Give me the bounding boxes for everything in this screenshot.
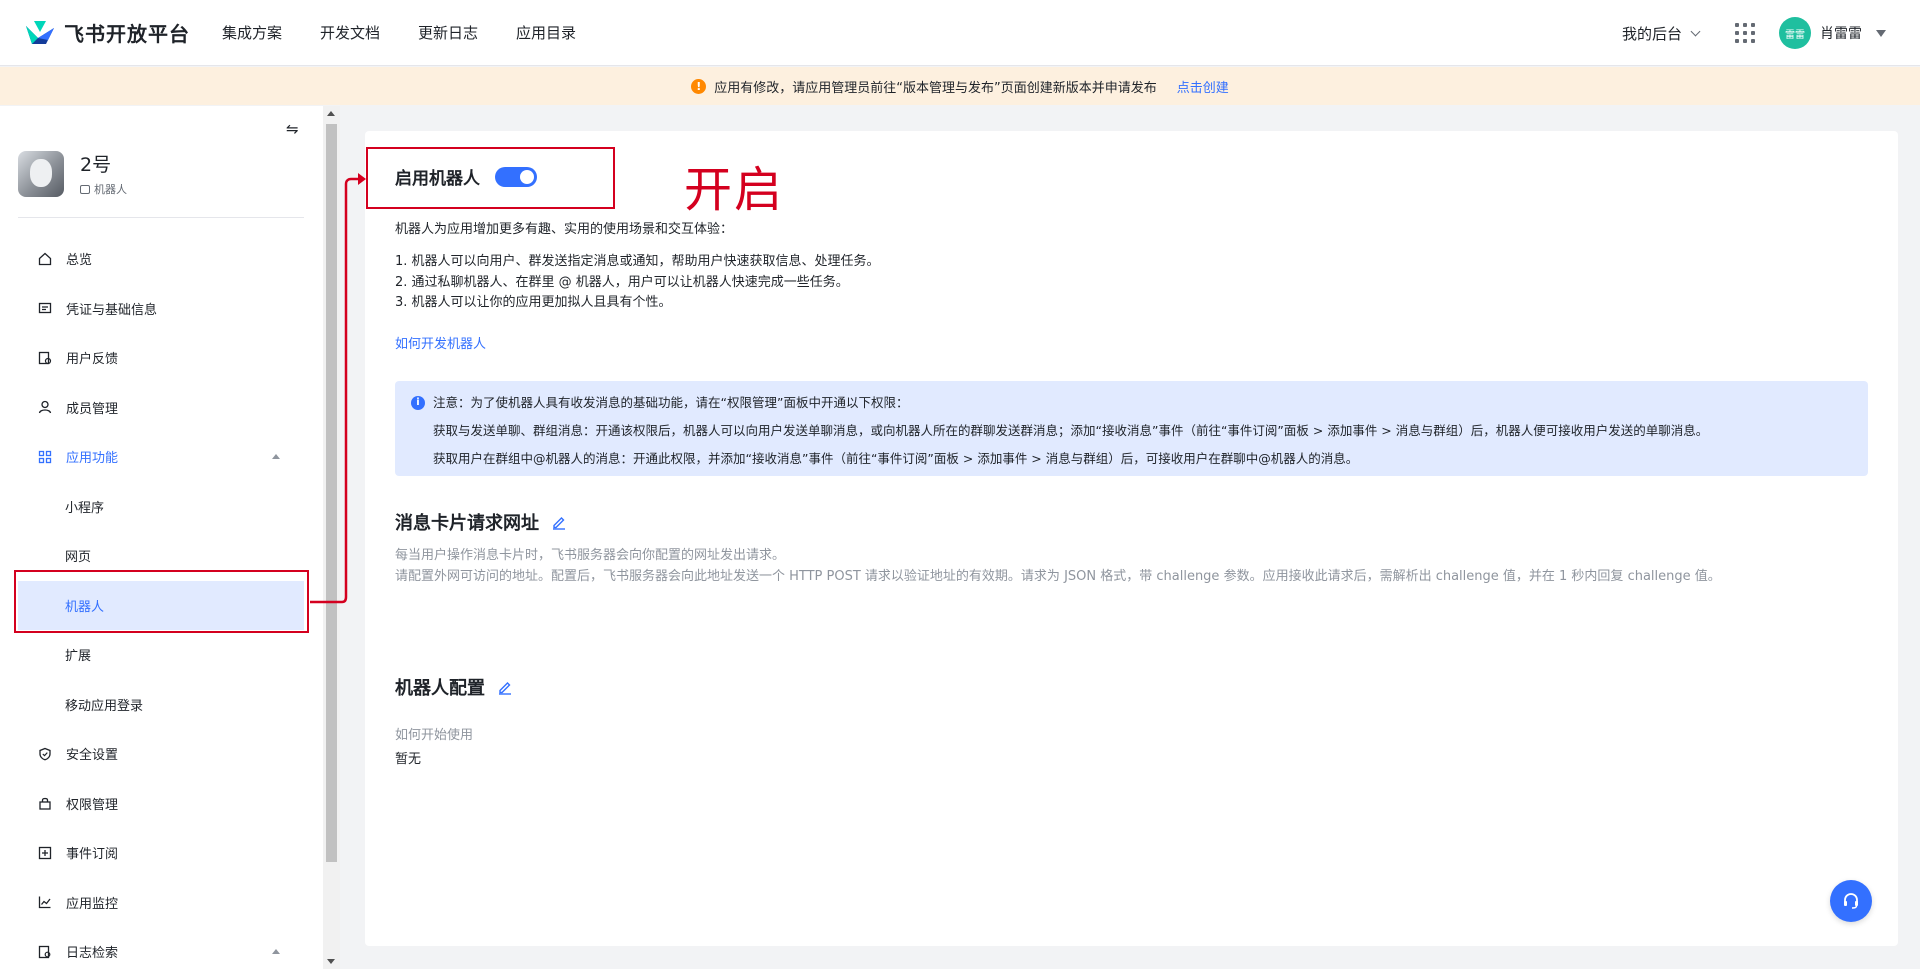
version-warning-banner: ! 应用有修改，请应用管理员前往“版本管理与发布”页面创建新版本并申请发布 点击… (0, 67, 1920, 105)
robot-intro-text: 机器人为应用增加更多有趣、实用的使用场景和交互体验： (395, 222, 734, 237)
collapse-sidebar-icon[interactable]: ⇋ (286, 120, 304, 138)
top-nav-links: 集成方案 开发文档 更新日志 应用目录 (222, 22, 614, 43)
notice-title: 注意：为了使机器人具有收发消息的基础功能，请在“权限管理”面板中开通以下权限： (433, 395, 909, 410)
scroll-down-arrow-icon[interactable] (327, 959, 335, 964)
app-tag: 机器人 (80, 181, 127, 197)
robot-config-label: 如何开始使用 (395, 728, 474, 743)
sidebar-item-label: 应用功能 (66, 451, 119, 467)
annotation-arrow (310, 173, 366, 604)
sidebar-item-monitoring[interactable]: 应用监控 (18, 878, 304, 928)
app-card: 2号 机器人 (18, 150, 127, 197)
sidebar-item-mobile-login[interactable]: 移动应用登录 (18, 680, 304, 730)
annotation-box-toggle (366, 147, 615, 209)
sidebar-item-security[interactable]: 安全设置 (18, 729, 304, 779)
chevron-down-icon (1690, 26, 1701, 36)
sidebar-item-label: 小程序 (65, 500, 105, 516)
app-grid-icon[interactable] (1735, 23, 1755, 43)
annotation-box-robot-menu (14, 570, 309, 633)
feedback-icon (38, 351, 52, 364)
sidebar-item-label: 成员管理 (66, 401, 119, 417)
home-icon (38, 252, 52, 265)
app-avatar (18, 150, 64, 197)
robot-config-value: 暂无 (395, 752, 422, 767)
sidebar-item-label: 网页 (65, 550, 92, 566)
card-url-description: 每当用户操作消息卡片时，飞书服务器会向你配置的网址发出请求。 请配置外网可访问的… (395, 545, 1721, 587)
sidebar-divider (18, 217, 304, 218)
shield-icon (39, 747, 51, 761)
permission-notice: i 注意：为了使机器人具有收发消息的基础功能，请在“权限管理”面板中开通以下权限… (395, 381, 1868, 476)
card-url-desc-line: 每当用户操作消息卡片时，飞书服务器会向你配置的网址发出请求。 (395, 548, 786, 563)
card-url-section-title: 消息卡片请求网址 (395, 509, 567, 535)
banner-text: 应用有修改，请应用管理员前往“版本管理与发布”页面创建新版本并申请发布 (714, 80, 1157, 96)
sidebar-item-mini-program[interactable]: 小程序 (18, 482, 304, 532)
sidebar-item-feedback[interactable]: 用户反馈 (18, 333, 304, 383)
brand-logo[interactable]: 飞书开放平台 (24, 18, 190, 48)
robot-config-section-title: 机器人配置 (395, 674, 513, 700)
my-backend-dropdown[interactable]: 我的后台 (1621, 23, 1701, 44)
card-url-title-text: 消息卡片请求网址 (395, 513, 539, 534)
robot-feature-list: 1. 机器人可以向用户、群发送指定消息或通知，帮助用户快速获取信息、处理任务。 … (395, 252, 880, 314)
edit-icon[interactable] (497, 679, 513, 695)
list-item: 2. 通过私聊机器人、在群里 @ 机器人，用户可以让机器人快速完成一些任务。 (395, 274, 849, 290)
sidebar-item-label: 事件订阅 (66, 847, 119, 863)
my-backend-label: 我的后台 (1621, 24, 1682, 43)
app-tag-label: 机器人 (94, 183, 127, 196)
sidebar-item-label: 权限管理 (66, 797, 119, 813)
card-url-desc-line: 请配置外网可访问的地址。配置后，飞书服务器会向此地址发送一个 HTTP POST… (395, 569, 1721, 584)
user-avatar[interactable]: 雷雷 (1779, 17, 1811, 49)
sidebar-item-log-search[interactable]: 日志检索 (18, 927, 304, 969)
nav-link-docs[interactable]: 开发文档 (320, 22, 380, 43)
brand-name: 飞书开放平台 (64, 22, 190, 46)
sidebar-item-label: 应用监控 (66, 896, 119, 912)
user-menu-caret-icon[interactable] (1876, 29, 1886, 37)
sidebar-item-label: 日志检索 (66, 946, 119, 962)
banner-create-link[interactable]: 点击创建 (1177, 77, 1229, 96)
log-search-icon (38, 945, 51, 958)
robot-config-title-text: 机器人配置 (395, 678, 485, 699)
nav-link-app-directory[interactable]: 应用目录 (516, 22, 576, 43)
list-item: 1. 机器人可以向用户、群发送指定消息或通知，帮助用户快速获取信息、处理任务。 (395, 254, 880, 269)
id-card-icon (38, 303, 52, 314)
sidebar-item-permissions[interactable]: 权限管理 (18, 779, 304, 829)
nav-link-solutions[interactable]: 集成方案 (222, 22, 282, 43)
sidebar-item-credentials[interactable]: 凭证与基础信息 (18, 284, 304, 334)
sidebar-item-extension[interactable]: 扩展 (18, 630, 304, 680)
sidebar-item-label: 用户反馈 (66, 352, 119, 368)
list-item: 3. 机器人可以让你的应用更加拟人且具有个性。 (395, 295, 672, 310)
line-chart-icon (38, 896, 51, 909)
info-icon: i (411, 396, 425, 410)
sidebar-item-overview[interactable]: 总览 (18, 234, 304, 284)
top-navigation-bar: 飞书开放平台 集成方案 开发文档 更新日志 应用目录 我的后台 雷雷 肖雷雷 (0, 0, 1920, 66)
nav-link-changelog[interactable]: 更新日志 (418, 22, 478, 43)
event-add-icon (38, 846, 52, 859)
help-support-button[interactable] (1830, 880, 1872, 922)
scroll-up-arrow-icon[interactable] (327, 111, 335, 116)
user-icon (38, 401, 52, 414)
collapse-up-icon (272, 454, 280, 459)
lock-icon (39, 798, 51, 810)
username: 肖雷雷 (1820, 26, 1862, 42)
sidebar-item-label: 凭证与基础信息 (66, 302, 158, 318)
grid-icon (38, 450, 52, 463)
edit-icon[interactable] (551, 514, 567, 530)
sidebar-item-members[interactable]: 成员管理 (18, 383, 304, 433)
warning-icon: ! (691, 78, 707, 94)
notice-line: 获取与发送单聊、群组消息：开通该权限后，机器人可以向用户发送单聊消息，或向机器人… (433, 423, 1709, 438)
robot-icon (80, 184, 90, 194)
sidebar-item-app-features[interactable]: 应用功能 (18, 432, 304, 482)
sidebar-item-label: 移动应用登录 (65, 698, 144, 714)
notice-line: 获取用户在群组中@机器人的消息：开通此权限，并添加“接收消息”事件（前往“事件订… (433, 451, 1359, 466)
sidebar: ⇋ 2号 机器人 总览 凭证与基础信息 用户反馈 成员管理 应用功能 小程序 网… (0, 106, 323, 969)
headset-icon (1844, 893, 1858, 909)
feishu-logo-icon (26, 20, 54, 44)
sidebar-item-label: 扩展 (65, 649, 92, 665)
top-nav-right: 我的后台 雷雷 肖雷雷 (1622, 0, 1886, 66)
collapse-up-icon (272, 949, 280, 954)
annotation-label: 开启 (684, 162, 785, 218)
app-name: 2号 (80, 154, 112, 176)
sidebar-item-label: 安全设置 (66, 748, 119, 764)
how-to-develop-robot-link[interactable]: 如何开发机器人 (395, 333, 486, 352)
sidebar-item-events[interactable]: 事件订阅 (18, 828, 304, 878)
sidebar-item-label: 总览 (66, 253, 93, 269)
